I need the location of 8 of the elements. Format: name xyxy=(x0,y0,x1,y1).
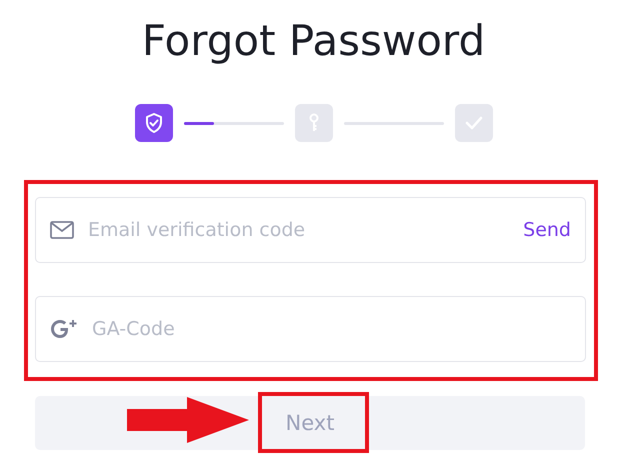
mail-icon xyxy=(50,221,74,240)
input-field[interactable]: GA-Code xyxy=(35,296,586,362)
page-title: Forgot Password xyxy=(140,16,486,66)
send-link[interactable]: Send xyxy=(523,216,571,245)
text-input[interactable]: GA-Code xyxy=(92,315,571,344)
input-field[interactable]: Email verification code Send xyxy=(35,197,586,264)
text-input[interactable]: Email verification code xyxy=(88,216,510,245)
google-plus-icon xyxy=(50,318,78,340)
